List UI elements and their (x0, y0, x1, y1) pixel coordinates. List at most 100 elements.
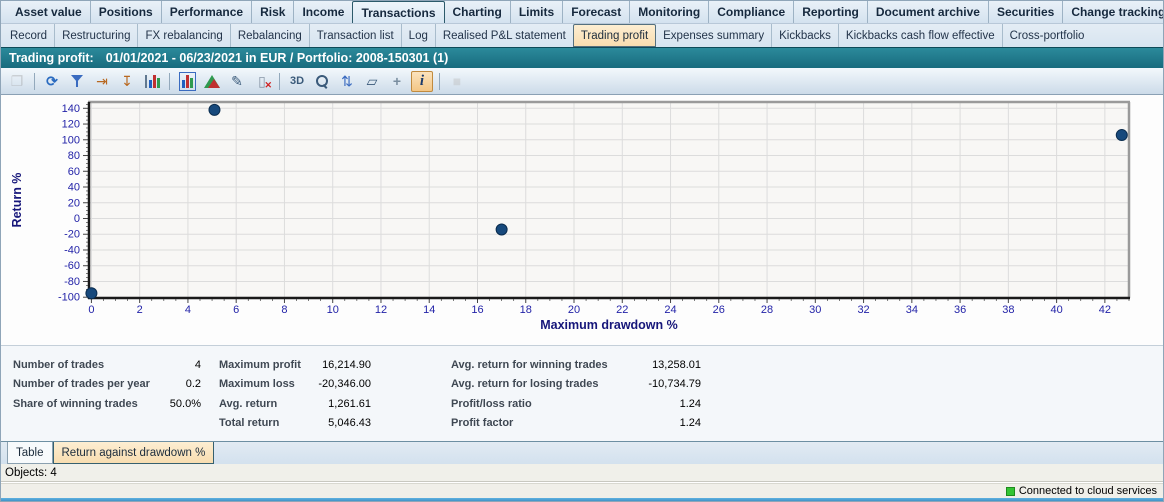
menu-tab-positions[interactable]: Positions (90, 1, 161, 23)
delete-icon[interactable]: ▯✕ (251, 71, 273, 92)
x-tick-label: 10 (327, 304, 339, 316)
shift-period-forward-icon[interactable]: ⇥ (91, 71, 113, 92)
x-tick-label: 34 (906, 304, 918, 316)
edit-report-icon[interactable]: ✎ (226, 71, 248, 92)
stat-value: 4 (195, 359, 201, 371)
crosshair-icon-glyph: + (393, 73, 401, 89)
chart-style-icon[interactable] (201, 71, 223, 92)
y-tick-label: -80 (64, 276, 80, 288)
scatter-point[interactable] (496, 224, 507, 235)
scatter-point[interactable] (209, 104, 220, 115)
crosshair-icon[interactable]: + (386, 71, 408, 92)
stat-label: Number of trades (13, 359, 195, 371)
shift-period-down-icon-glyph: ↧ (121, 73, 133, 90)
stat-value: 5,046.43 (328, 417, 371, 429)
subtab-record[interactable]: Record (3, 24, 54, 47)
stat-value: 16,214.90 (322, 359, 371, 371)
menu-tab-asset-value[interactable]: Asset value (7, 1, 90, 23)
stat-label: Maximum loss (219, 378, 318, 390)
scatter-chart-panel[interactable]: 0246810121416182022242628303234363840421… (1, 95, 1163, 345)
x-tick-label: 28 (761, 304, 773, 316)
info-icon-glyph: i (420, 73, 424, 90)
menu-tab-monitoring[interactable]: Monitoring (629, 1, 708, 23)
stat-value: 50.0% (170, 398, 201, 410)
menu-tab-performance[interactable]: Performance (161, 1, 251, 23)
stat-row-profit-factor: Profit factor1.24 (451, 414, 701, 434)
plot-area[interactable] (89, 102, 1129, 298)
x-tick-label: 2 (137, 304, 143, 316)
scaling-statistics-icon-glyph (145, 75, 160, 88)
subtab-log[interactable]: Log (401, 24, 435, 47)
shift-period-forward-icon-glyph: ⇥ (96, 73, 108, 90)
x-tick-label: 0 (88, 304, 94, 316)
view-tab-table[interactable]: Table (7, 442, 53, 464)
menu-tab-income[interactable]: Income (293, 1, 352, 23)
menu-tab-risk[interactable]: Risk (251, 1, 293, 23)
zoom-icon[interactable] (311, 71, 333, 92)
x-tick-label: 14 (423, 304, 435, 316)
stat-value: -10,734.79 (648, 378, 701, 390)
stat-row-number-of-trades: Number of trades4 (13, 355, 201, 375)
scaling-statistics-icon[interactable] (141, 71, 163, 92)
subtab-realised-p-l-statement[interactable]: Realised P&L statement (435, 24, 573, 47)
menu-tab-securities[interactable]: Securities (988, 1, 1062, 23)
view-tab-return-against-drawdown[interactable]: Return against drawdown % (53, 442, 215, 464)
x-tick-label: 4 (185, 304, 191, 316)
info-icon[interactable]: i (411, 71, 433, 92)
transactions-subtab-bar: RecordRestructuringFX rebalancingRebalan… (1, 24, 1163, 47)
stat-row-total-return: Total return5,046.43 (219, 414, 371, 434)
stat-value: 1.24 (680, 417, 701, 429)
stat-value: 1.24 (680, 398, 701, 410)
x-tick-label: 16 (471, 304, 483, 316)
x-tick-label: 20 (568, 304, 580, 316)
menu-tab-transactions[interactable]: Transactions (352, 1, 444, 23)
stat-label: Share of winning trades (13, 398, 170, 410)
subtab-rebalancing[interactable]: Rebalancing (230, 24, 309, 47)
subtab-transaction-list[interactable]: Transaction list (309, 24, 401, 47)
scatter-plot[interactable]: 0246810121416182022242628303234363840421… (1, 95, 1163, 345)
chart-type-bars-icon-glyph (182, 75, 193, 88)
panel-title-bar: Trading profit: 01/01/2021 - 06/23/2021 … (1, 47, 1163, 68)
perspective-icon-glyph: ▱ (367, 73, 378, 90)
y-axis-title: Return % (10, 173, 24, 228)
subtab-restructuring[interactable]: Restructuring (54, 24, 137, 47)
objects-count-label: Objects: 4 (5, 467, 57, 479)
menu-tab-compliance[interactable]: Compliance (708, 1, 793, 23)
stat-label: Avg. return for losing trades (451, 378, 648, 390)
subtab-trading-profit[interactable]: Trading profit (573, 24, 656, 47)
stat-value: -20,346.00 (318, 378, 371, 390)
subtab-fx-rebalancing[interactable]: FX rebalancing (137, 24, 229, 47)
perspective-icon[interactable]: ▱ (361, 71, 383, 92)
filter-icon-glyph (70, 74, 84, 88)
3d-toggle-icon[interactable]: 3D (286, 71, 308, 92)
filter-icon[interactable] (66, 71, 88, 92)
subtab-kickbacks-cash-flow-effective[interactable]: Kickbacks cash flow effective (838, 24, 1002, 47)
x-tick-label: 38 (1002, 304, 1014, 316)
app-window: Asset valuePositionsPerformanceRiskIncom… (0, 0, 1164, 502)
x-tick-label: 36 (954, 304, 966, 316)
placeholder-icon: ■ (446, 71, 468, 92)
trading-statistics-panel: Number of trades4Number of trades per ye… (1, 345, 1163, 441)
scatter-point[interactable] (86, 288, 97, 299)
menu-tab-forecast[interactable]: Forecast (562, 1, 629, 23)
toolbar-separator (34, 73, 35, 90)
shift-period-down-icon[interactable]: ↧ (116, 71, 138, 92)
scatter-point[interactable] (1116, 130, 1127, 141)
y-tick-label: -40 (64, 244, 80, 256)
menu-tab-charting[interactable]: Charting (445, 1, 510, 23)
subtab-kickbacks[interactable]: Kickbacks (771, 24, 838, 47)
connection-status-icon (1006, 487, 1015, 496)
subtab-expenses-summary[interactable]: Expenses summary (656, 24, 771, 47)
stat-row-avg-return-for-losing-trades: Avg. return for losing trades-10,734.79 (451, 375, 701, 395)
main-menu-bar: Asset valuePositionsPerformanceRiskIncom… (1, 1, 1163, 24)
chart-type-bars-icon[interactable] (176, 71, 198, 92)
y-tick-label: 100 (62, 134, 80, 146)
subtab-cross-portfolio[interactable]: Cross-portfolio (1002, 24, 1092, 47)
menu-tab-document-archive[interactable]: Document archive (867, 1, 988, 23)
menu-tab-change-tracking[interactable]: Change tracking (1062, 1, 1164, 23)
rotate-icon[interactable]: ⇅ (336, 71, 358, 92)
menu-tab-reporting[interactable]: Reporting (793, 1, 867, 23)
refresh-icon[interactable]: ⟳ (41, 71, 63, 92)
menu-tab-limits[interactable]: Limits (510, 1, 562, 23)
stat-row-profit-loss-ratio: Profit/loss ratio1.24 (451, 394, 701, 414)
